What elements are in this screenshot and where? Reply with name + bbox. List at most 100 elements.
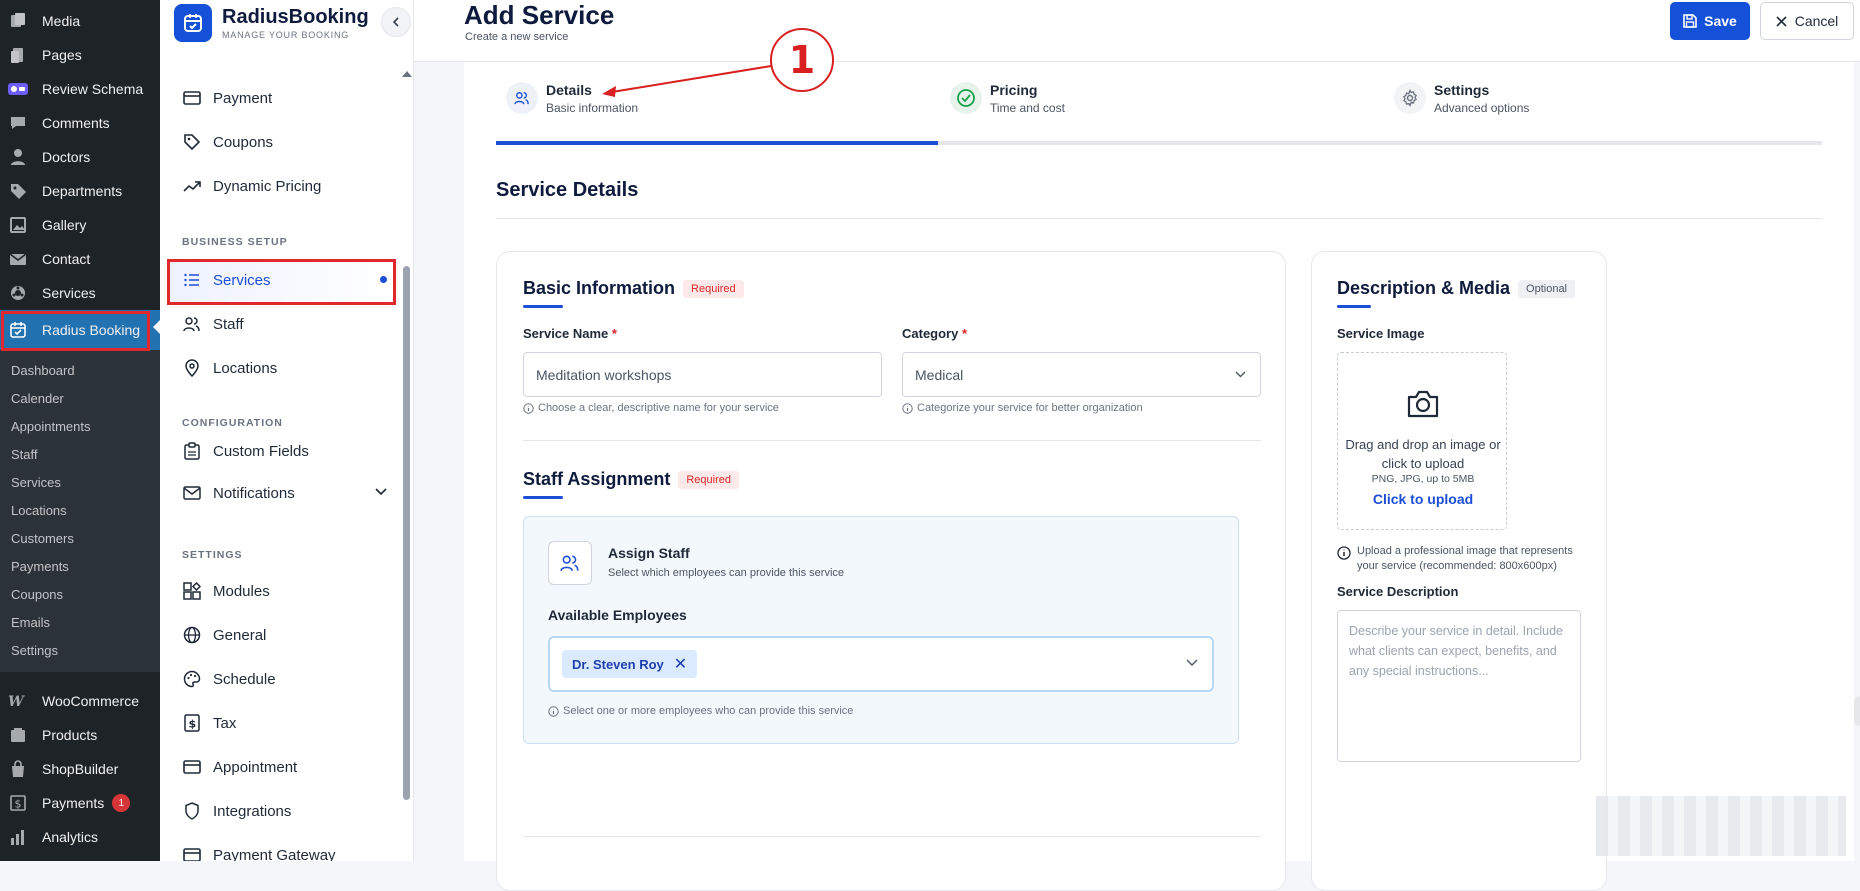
nav-item-dynamic-pricing[interactable]: Dynamic Pricing xyxy=(182,176,321,196)
image-hint: Upload a professional image that represe… xyxy=(1337,544,1597,574)
collapse-sidebar-button[interactable] xyxy=(381,7,411,37)
nav-item-coupons[interactable]: Coupons xyxy=(182,132,273,152)
service-description-textarea[interactable]: Describe your service in detail. Include… xyxy=(1337,610,1581,762)
shopbuilder-icon xyxy=(8,759,28,779)
nav-item-label: Coupons xyxy=(213,133,274,151)
wp-menu-gallery[interactable]: Gallery xyxy=(0,208,160,242)
wp-submenu-item[interactable]: Dashboard xyxy=(0,356,160,384)
nav-item-locations[interactable]: Locations xyxy=(182,358,277,378)
chevron-down-icon[interactable] xyxy=(1186,659,1198,667)
brand-name: RadiusBooking xyxy=(222,6,369,28)
chevron-down-icon[interactable] xyxy=(375,488,387,496)
info-icon xyxy=(523,402,534,414)
close-icon xyxy=(1776,15,1787,27)
calendar-icon xyxy=(8,320,28,340)
step-details[interactable]: Details Basic information xyxy=(506,82,638,115)
scroll-up-arrow[interactable] xyxy=(402,66,412,77)
dollar-icon: $ xyxy=(182,713,202,733)
wp-menu-label: Pages xyxy=(42,47,82,63)
wp-menu-products[interactable]: Products xyxy=(0,718,160,752)
save-button[interactable]: Save xyxy=(1670,2,1750,40)
wp-menu-pages[interactable]: Pages xyxy=(0,38,160,72)
section-title: Service Details xyxy=(496,179,639,201)
mail-icon xyxy=(182,483,202,503)
wp-submenu-item[interactable]: Staff xyxy=(0,440,160,468)
active-dot xyxy=(380,276,387,283)
wp-submenu-item[interactable]: Emails xyxy=(0,608,160,636)
nav-item-payment[interactable]: Payment xyxy=(182,88,272,108)
wp-menu-departments[interactable]: Departments xyxy=(0,174,160,208)
nav-item-appointment[interactable]: Appointment xyxy=(182,757,297,777)
label-text: Service Name xyxy=(523,326,609,341)
pin-icon xyxy=(182,358,202,378)
nav-item-services[interactable]: Services xyxy=(182,270,387,290)
required-star: * xyxy=(961,326,968,341)
nav-item-integrations[interactable]: Integrations xyxy=(182,801,291,821)
wp-menu-woocommerce[interactable]: W WooCommerce xyxy=(0,684,160,718)
wp-submenu-item[interactable]: Settings xyxy=(0,636,160,664)
nav-item-general[interactable]: General xyxy=(182,625,266,645)
wp-submenu-item[interactable]: Services xyxy=(0,468,160,496)
nav-item-label: Modules xyxy=(213,582,270,600)
nav-item-payment-gateway[interactable]: Payment Gateway xyxy=(182,845,336,861)
click-to-upload-link[interactable]: Click to upload xyxy=(1338,491,1508,507)
cancel-label: Cancel xyxy=(1794,13,1839,29)
wp-menu-media[interactable]: Media xyxy=(0,4,160,38)
wp-menu-doctors[interactable]: Doctors xyxy=(0,140,160,174)
wp-admin-menu: Media Pages Review Schema Comments Docto… xyxy=(0,0,161,861)
wp-menu-comments[interactable]: Comments xyxy=(0,106,160,140)
wp-menu-label: Radius Booking xyxy=(42,322,141,338)
wp-menu-payments[interactable]: $ Payments 1 xyxy=(0,786,160,820)
step-pricing[interactable]: Pricing Time and cost xyxy=(950,82,1065,115)
service-form: Details Basic information Pricing Time a… xyxy=(464,62,1854,891)
cancel-button[interactable]: Cancel xyxy=(1760,2,1854,40)
nav-item-label: Tax xyxy=(213,714,237,732)
wp-menu-radius-booking[interactable]: Radius Booking xyxy=(0,310,161,350)
step-title: Pricing xyxy=(990,82,1038,98)
wp-menu-services[interactable]: Services xyxy=(0,276,160,310)
payments-count-badge: 1 xyxy=(112,794,131,812)
wp-menu-contact[interactable]: Contact xyxy=(0,242,160,276)
nav-item-modules[interactable]: Modules xyxy=(182,581,270,601)
wp-menu-analytics[interactable]: Analytics xyxy=(0,820,160,854)
nav-item-custom-fields[interactable]: Custom Fields xyxy=(182,441,309,461)
tag-icon xyxy=(8,181,28,201)
nav-item-staff[interactable]: Staff xyxy=(182,314,244,334)
info-icon xyxy=(1337,546,1351,560)
service-name-input[interactable]: Meditation workshops xyxy=(523,352,882,397)
sidebar-scrollbar[interactable] xyxy=(403,266,410,800)
wp-submenu-item[interactable]: Appointments xyxy=(0,412,160,440)
textarea-placeholder: Describe your service in detail. Include… xyxy=(1349,624,1563,678)
nav-item-tax[interactable]: $ Tax xyxy=(182,713,236,733)
nav-item-notifications[interactable]: Notifications xyxy=(182,483,387,503)
wp-submenu-item[interactable]: Customers xyxy=(0,524,160,552)
nav-item-label: Integrations xyxy=(213,802,292,820)
wp-menu-review-schema[interactable]: Review Schema xyxy=(0,72,160,106)
wp-submenu-item[interactable]: Payments xyxy=(0,552,160,580)
wp-submenu-item[interactable]: Coupons xyxy=(0,580,160,608)
title-underline xyxy=(523,496,563,499)
description-media-panel: Description & Media Optional Service Ima… xyxy=(1311,251,1607,891)
step-subtitle: Advanced options xyxy=(1434,101,1530,115)
employees-multiselect[interactable]: Dr. Steven Roy ✕ xyxy=(548,636,1214,692)
mail-icon xyxy=(8,249,28,269)
wp-menu-shopbuilder[interactable]: ShopBuilder xyxy=(0,752,160,786)
nav-item-schedule[interactable]: Schedule xyxy=(182,669,276,689)
nav-item-label: Appointment xyxy=(213,758,298,776)
wp-submenu-item[interactable]: Locations xyxy=(0,496,160,524)
user-icon xyxy=(8,147,28,167)
wp-submenu-item[interactable]: Calender xyxy=(0,384,160,412)
panel-divider xyxy=(523,836,1261,837)
step-title: Details xyxy=(546,82,592,98)
products-icon xyxy=(8,725,28,745)
review-schema-icon xyxy=(8,79,28,99)
panel-title-text: Staff Assignment xyxy=(523,469,671,489)
page-header: Add Service Create a new service Save Ca… xyxy=(414,0,1860,62)
radius-booking-logo-icon xyxy=(174,4,212,42)
step-settings[interactable]: Settings Advanced options xyxy=(1394,82,1529,115)
remove-chip-icon[interactable]: ✕ xyxy=(674,654,687,674)
plugin-nav: Payment Coupons Dynamic Pricing BUSINESS… xyxy=(160,56,414,861)
brand[interactable]: RadiusBooking MANAGE YOUR BOOKING xyxy=(174,4,369,42)
image-upload-dropzone[interactable]: Drag and drop an image or click to uploa… xyxy=(1337,352,1507,530)
category-select[interactable]: Medical xyxy=(902,352,1261,397)
